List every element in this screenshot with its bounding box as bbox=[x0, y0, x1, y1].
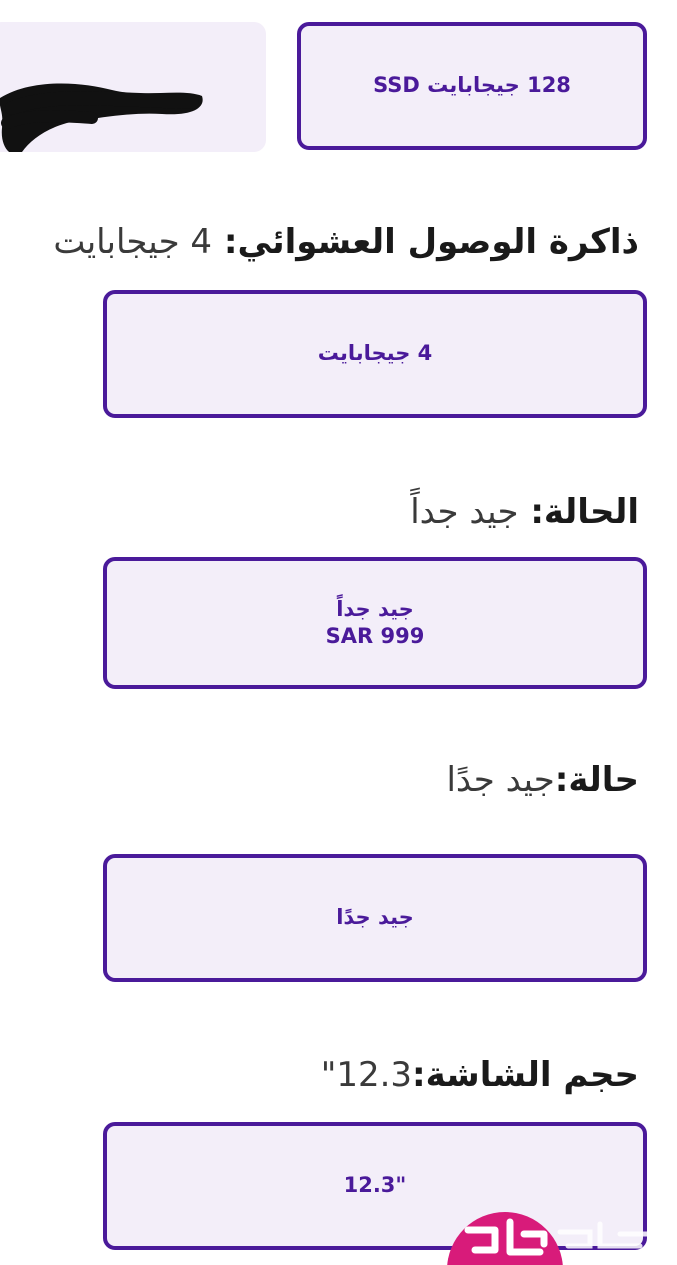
condition-alt-heading-label: حالة: bbox=[554, 760, 639, 800]
condition-option-label: جيد جداً bbox=[336, 596, 414, 621]
condition-option-very-good[interactable]: جيد جداً SAR 999 bbox=[103, 557, 647, 689]
ram-option-4gb[interactable]: 4 جيجابايت bbox=[103, 290, 647, 418]
storage-option-128gb[interactable]: 128 جيجابايت SSD bbox=[297, 22, 647, 150]
haraj-watermark-icon bbox=[447, 1212, 653, 1265]
ram-option-label: 4 جيجابايت bbox=[317, 341, 433, 366]
storage-option-redacted[interactable] bbox=[0, 22, 266, 152]
storage-option-label: 128 جيجابايت SSD bbox=[373, 73, 571, 98]
condition-alt-option-very-good[interactable]: جيد جدًا bbox=[103, 854, 647, 982]
ram-heading-value: 4 جيجابايت bbox=[53, 222, 213, 262]
condition-alt-heading-value: جيد جدًا bbox=[446, 760, 555, 800]
condition-alt-option-label: جيد جدًا bbox=[336, 905, 414, 930]
screen-size-heading-label: حجم الشاشة: bbox=[412, 1055, 639, 1095]
condition-heading: الحالة: جيد جداً bbox=[410, 492, 639, 532]
redaction-scribble-icon bbox=[0, 83, 203, 152]
condition-option-price: SAR 999 bbox=[325, 624, 425, 648]
screen-size-heading-value: 12.3" bbox=[320, 1055, 413, 1095]
ram-heading: ذاكرة الوصول العشوائي: 4 جيجابايت bbox=[53, 222, 639, 262]
condition-alt-heading: حالة:جيد جدًا bbox=[446, 760, 639, 800]
ram-heading-label: ذاكرة الوصول العشوائي: bbox=[223, 222, 639, 262]
condition-heading-value: جيد جداً bbox=[410, 492, 519, 532]
screen-size-option-label: 12.3" bbox=[343, 1173, 407, 1198]
condition-heading-label: الحالة: bbox=[530, 492, 639, 532]
screen-size-heading: حجم الشاشة:12.3" bbox=[321, 1055, 639, 1095]
